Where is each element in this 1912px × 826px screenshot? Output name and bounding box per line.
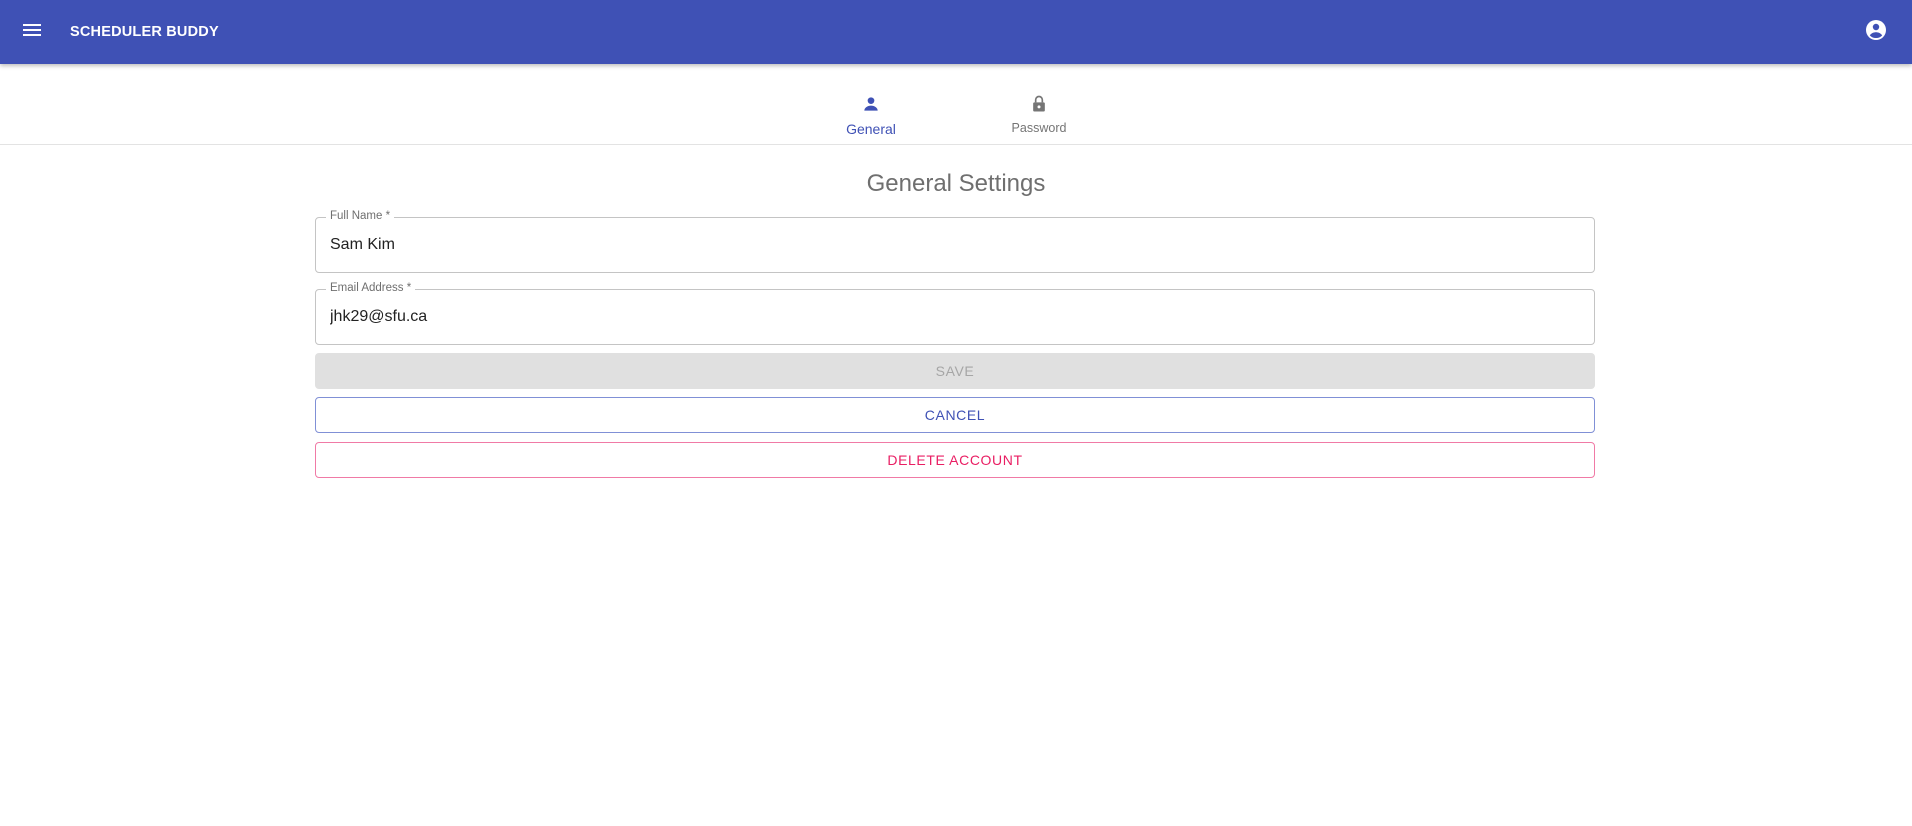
- tab-password[interactable]: Password: [959, 94, 1119, 138]
- cancel-button[interactable]: CANCEL: [315, 397, 1595, 433]
- save-button[interactable]: SAVE: [315, 353, 1595, 389]
- tab-general-label: General: [846, 121, 896, 137]
- lock-icon: [1029, 94, 1049, 119]
- full-name-label: Full Name *: [326, 210, 395, 222]
- email-input[interactable]: [330, 305, 1570, 329]
- account-button[interactable]: [1856, 12, 1896, 52]
- person-icon: [861, 94, 881, 119]
- menu-icon: [20, 18, 44, 47]
- settings-tabs: General Password: [0, 64, 1912, 145]
- page-title: General Settings: [866, 170, 1046, 197]
- tab-password-label: Password: [1011, 121, 1067, 135]
- tab-general[interactable]: General: [791, 94, 951, 138]
- app-title: SCHEDULER BUDDY: [70, 24, 219, 40]
- email-label: Email Address *: [326, 282, 416, 294]
- email-field: Email Address *: [315, 282, 1595, 345]
- full-name-input[interactable]: [330, 233, 1570, 257]
- menu-button[interactable]: [12, 12, 52, 52]
- delete-account-button[interactable]: DELETE ACCOUNT: [315, 442, 1595, 478]
- app-bar: SCHEDULER BUDDY: [0, 0, 1912, 64]
- account-circle-icon: [1864, 18, 1888, 47]
- full-name-field: Full Name *: [315, 210, 1595, 273]
